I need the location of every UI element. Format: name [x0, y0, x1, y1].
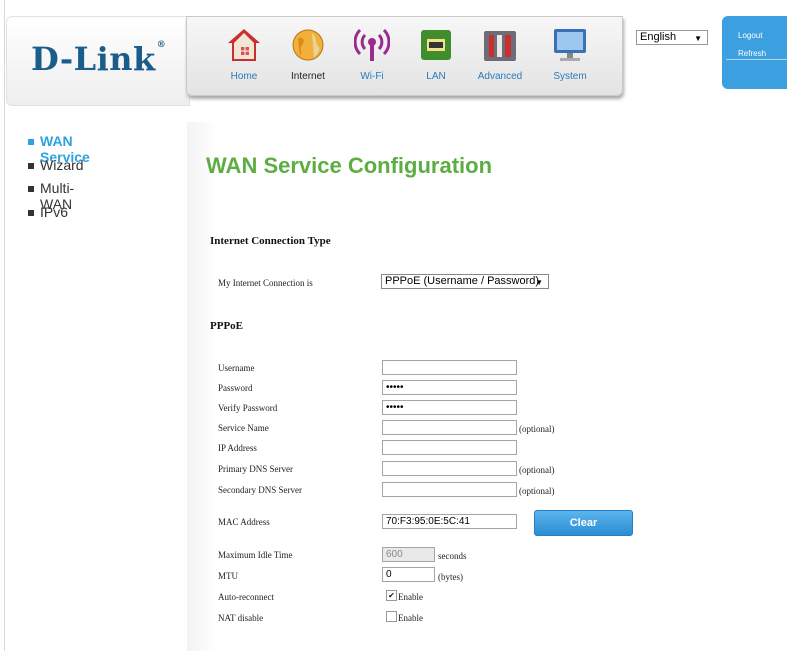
nav-system[interactable]: System — [541, 21, 599, 91]
nav-internet[interactable]: Internet — [279, 21, 337, 91]
nav-internet-label: Internet — [291, 71, 325, 82]
nat-disable-label: NAT disable — [218, 613, 264, 623]
ip-address-label: IP Address — [218, 443, 257, 453]
primary-dns-label: Primary DNS Server — [218, 464, 293, 474]
language-select[interactable]: English ▼ — [636, 30, 708, 45]
service-name-field[interactable] — [382, 420, 517, 435]
bullet-icon — [28, 139, 34, 145]
nav-system-label: System — [553, 71, 587, 82]
verify-password-label: Verify Password — [218, 403, 278, 413]
left-border — [4, 0, 5, 651]
dlink-logo: D-Link® — [31, 40, 166, 78]
mtu-label: MTU — [218, 571, 238, 581]
nav-home-label: Home — [230, 71, 258, 82]
refresh-link[interactable]: Refresh — [738, 49, 766, 58]
chevron-down-icon: ▼ — [694, 34, 702, 43]
nav-wifi-label: Wi-Fi — [360, 71, 384, 82]
nav-lan[interactable]: LAN — [407, 21, 465, 91]
sidebar-item-label: Wizard — [40, 156, 84, 173]
clear-mac-button[interactable]: Clear — [534, 510, 633, 536]
ip-address-field[interactable] — [382, 440, 517, 455]
section-title-connection-type: Internet Connection Type — [210, 235, 331, 247]
mtu-unit: (bytes) — [438, 572, 463, 582]
primary-dns-field[interactable] — [382, 461, 517, 476]
max-idle-time-unit: seconds — [438, 551, 467, 561]
connection-type-select[interactable]: PPPoE (Username / Password) ▼ — [381, 274, 549, 289]
auto-reconnect-checkbox[interactable]: ✔ — [386, 590, 397, 601]
wifi-icon — [354, 28, 390, 61]
logo-text: D-Link — [31, 40, 156, 78]
bullet-icon — [28, 186, 34, 192]
nat-disable-checkbox[interactable] — [386, 611, 397, 622]
auto-reconnect-label: Auto-reconnect — [218, 592, 274, 602]
nav-advanced-label: Advanced — [477, 71, 523, 82]
mac-address-label: MAC Address — [218, 517, 270, 527]
connection-type-selected: PPPoE (Username / Password) — [385, 275, 540, 287]
service-name-optional-note: (optional) — [519, 424, 555, 434]
secondary-dns-optional-note: (optional) — [519, 486, 555, 496]
service-name-label: Service Name — [218, 423, 269, 433]
nav-advanced[interactable]: Advanced — [471, 21, 529, 91]
nav-wifi[interactable]: Wi-Fi — [343, 21, 401, 91]
logo-trademark: ® — [156, 40, 167, 50]
monitor-icon — [554, 29, 586, 61]
username-field[interactable] — [382, 360, 517, 375]
mac-address-field[interactable]: 70:F3:95:0E:5C:41 — [382, 514, 517, 529]
mtu-field[interactable]: 0 — [382, 567, 435, 582]
secondary-dns-label: Secondary DNS Server — [218, 485, 302, 495]
username-label: Username — [218, 363, 255, 373]
chevron-down-icon: ▼ — [535, 278, 543, 287]
logout-link[interactable]: Logout — [738, 31, 762, 40]
max-idle-time-field[interactable]: 600 — [382, 547, 435, 562]
connection-type-label: My Internet Connection is — [218, 278, 313, 288]
home-icon — [228, 29, 260, 61]
primary-dns-optional-note: (optional) — [519, 465, 555, 475]
tools-icon — [484, 31, 516, 61]
lan-icon — [421, 30, 451, 60]
verify-password-field[interactable]: ••••• — [382, 400, 517, 415]
max-idle-time-label: Maximum Idle Time — [218, 550, 293, 560]
sidebar-item-label: IPv6 — [40, 203, 69, 220]
bullet-icon — [28, 209, 34, 216]
language-selected: English — [640, 31, 677, 43]
page-title: WAN Service Configuration — [206, 153, 493, 178]
nav-lan-label: LAN — [426, 71, 446, 82]
nat-disable-enable-label: Enable — [398, 613, 423, 623]
bullet-icon — [28, 162, 34, 169]
session-actions-panel: Logout Refresh — [722, 16, 787, 89]
globe-icon — [292, 29, 324, 61]
password-label: Password — [218, 383, 253, 393]
password-field[interactable]: ••••• — [382, 380, 517, 395]
main-navigation: Home Internet Wi-Fi LAN Advanced System — [186, 16, 623, 96]
section-title-pppoe: PPPoE — [210, 320, 243, 332]
nav-home[interactable]: Home — [215, 21, 273, 91]
auto-reconnect-enable-label: Enable — [398, 592, 423, 602]
secondary-dns-field[interactable] — [382, 482, 517, 497]
action-divider — [726, 59, 787, 60]
